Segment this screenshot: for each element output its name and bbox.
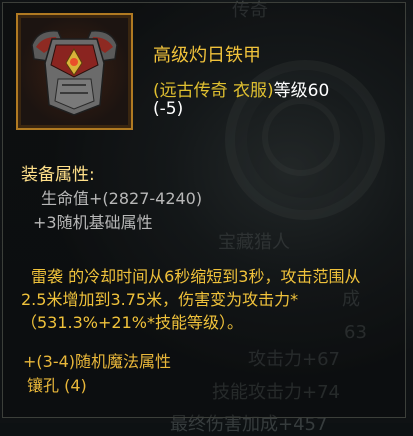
attribute-random-base: +3随机基础属性 [33, 213, 153, 232]
skill-description: 雷袭 的冷却时间从6秒缩短到3秒，攻击范围从2.5米增加到3.75米，伤害变为攻… [21, 265, 371, 334]
item-level-delta: (-5) [153, 99, 184, 119]
sockets-count: 镶孔 (4) [27, 376, 87, 395]
item-icon-frame [16, 13, 133, 130]
item-name: 高级灼日铁甲 [153, 45, 261, 66]
skill-name: 雷袭 [31, 267, 64, 286]
item-type-line: (远古传奇 衣服)等级60 [153, 76, 329, 101]
item-level-label: 等级 [273, 81, 308, 101]
magic-attributes: +(3-4)随机魔法属性 [23, 352, 172, 371]
attributes-section-title: 装备属性: [21, 165, 95, 185]
attribute-hp: 生命值+(2827-4240) [41, 189, 203, 208]
item-level-value: 60 [307, 81, 330, 101]
item-tooltip: 高级灼日铁甲 (远古传奇 衣服)等级60 (-5) 装备属性: 生命值+(282… [2, 2, 406, 418]
item-category: (远古传奇 衣服) [153, 81, 274, 101]
chest-armor-icon [31, 30, 118, 116]
skill-effect-text: 的冷却时间从6秒缩短到3秒，攻击范围从2.5米增加到3.75米，伤害变为攻击力*… [21, 267, 361, 332]
